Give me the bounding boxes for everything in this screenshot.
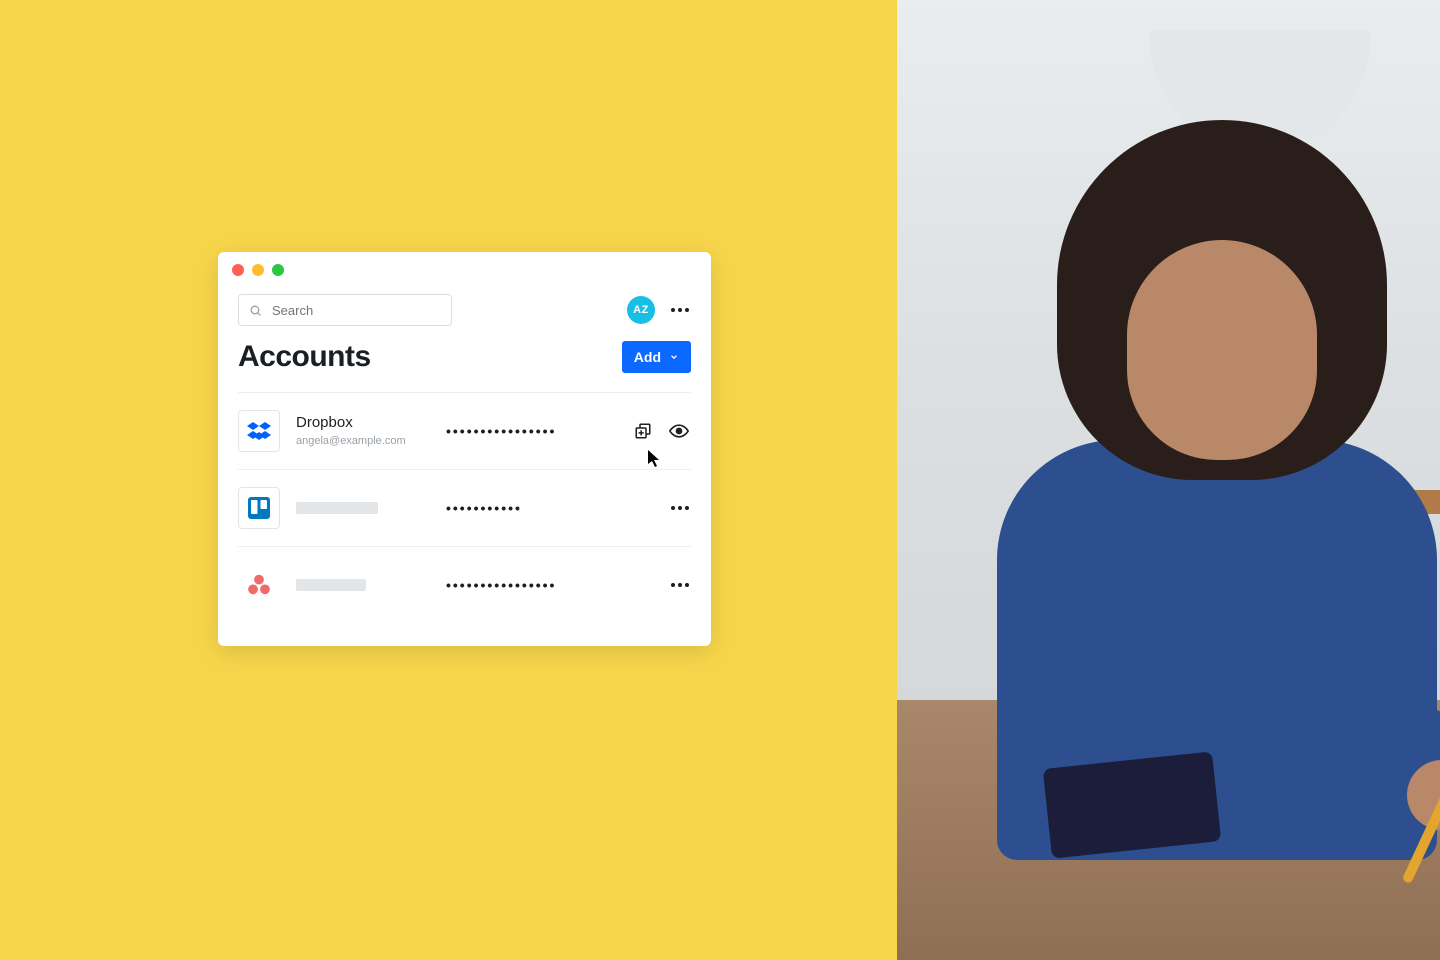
copy-password-button[interactable] [631,419,655,443]
asana-icon [238,564,280,606]
password-masked: •••••••••••••••• [446,423,631,439]
more-horizontal-icon [671,308,689,312]
user-avatar[interactable]: AZ [627,296,655,324]
add-button-label: Add [634,349,661,365]
eye-icon [669,421,689,441]
search-field[interactable] [238,294,452,326]
search-input[interactable] [270,302,441,319]
chevron-down-icon [669,352,679,362]
add-account-button[interactable]: Add [622,341,691,373]
more-horizontal-icon [671,506,689,510]
window-zoom-button[interactable] [272,264,284,276]
password-manager-window: AZ Accounts Add [218,252,711,646]
account-row[interactable]: Dropbox angela@example.com •••••••••••••… [238,392,691,469]
window-minimize-button[interactable] [252,264,264,276]
more-horizontal-icon [671,583,689,587]
copy-icon [634,422,652,440]
accounts-list: Dropbox angela@example.com •••••••••••••… [218,392,711,623]
row-more-button[interactable] [669,574,691,596]
mouse-cursor-icon [648,450,662,468]
reveal-password-button[interactable] [667,419,691,443]
row-more-button[interactable] [669,497,691,519]
window-close-button[interactable] [232,264,244,276]
account-name-placeholder [296,579,366,591]
account-row[interactable]: •••••••••••••••• [238,546,691,623]
password-masked: •••••••••••••••• [446,577,669,593]
yellow-background-panel: AZ Accounts Add [0,0,897,960]
account-row[interactable]: ••••••••••• [238,469,691,546]
search-icon [249,304,262,317]
app-menu-button[interactable] [669,299,691,321]
trello-icon [238,487,280,529]
page-title: Accounts [238,340,371,374]
password-masked: ••••••••••• [446,500,669,516]
dropbox-icon [238,410,280,452]
marketing-photo [897,0,1440,960]
window-titlebar [218,252,711,288]
account-username: angela@example.com [296,435,446,447]
account-name-placeholder [296,502,378,514]
account-name: Dropbox [296,415,446,432]
